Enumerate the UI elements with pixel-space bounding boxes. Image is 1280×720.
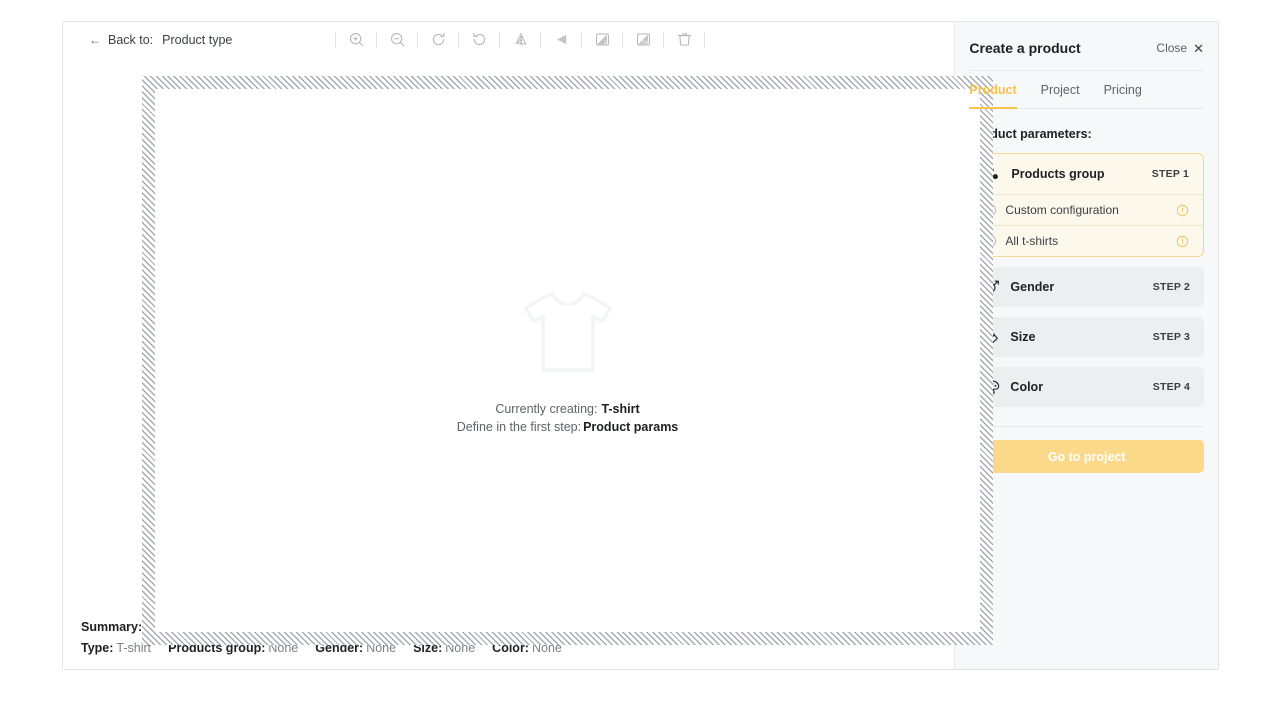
flip-horizontal-icon[interactable] (505, 27, 535, 53)
svg-text:S: S (604, 39, 607, 45)
toolbar-separator (581, 31, 583, 48)
tab-project[interactable]: Project (1041, 83, 1080, 108)
zoom-in-icon[interactable] (341, 27, 371, 53)
tab-product[interactable]: Product (969, 83, 1017, 109)
close-label: Close (1156, 41, 1188, 55)
currently-creating-value: T-shirt (601, 401, 640, 416)
currently-creating-line: Currently creating: T-shirt (495, 402, 639, 416)
option-label-custom-configuration: Custom configuration (1005, 203, 1119, 217)
canvas-wrapper: Currently creating: T-shirt Define in the… (81, 76, 993, 645)
close-button[interactable]: Close ✕ (1156, 41, 1204, 55)
svg-text:SW: SW (642, 39, 649, 44)
step-label-gender: Gender (1010, 280, 1055, 294)
shadow-sw-icon[interactable]: SW (628, 27, 658, 53)
option-label-all-tshirts: All t-shirts (1005, 234, 1059, 248)
back-label: Back to: (108, 32, 154, 47)
design-canvas[interactable]: Currently creating: T-shirt Define in the… (155, 89, 980, 632)
delete-icon[interactable] (669, 27, 699, 53)
rotate-clockwise-icon[interactable] (423, 27, 453, 53)
panel-divider (969, 426, 1204, 427)
product-creator-app: ← Back to: Product type S SW Currently c… (62, 21, 1219, 670)
canvas-hatched-border: Currently creating: T-shirt Define in the… (142, 76, 993, 645)
flip-vertical-icon[interactable] (546, 27, 576, 53)
back-target-label: Product type (162, 32, 233, 47)
currently-creating-label: Currently creating: (495, 401, 598, 416)
toolbar-separator (704, 31, 706, 48)
step-label-products-group: Products group (1011, 167, 1105, 181)
back-link[interactable]: ← Back to: Product type (89, 33, 232, 47)
step-card-gender[interactable]: Gender STEP 2 (969, 267, 1204, 307)
step-card-size[interactable]: Size STEP 3 (969, 317, 1204, 357)
first-step-hint-label: Define in the first step: (456, 419, 582, 434)
create-product-panel: Create a product Close ✕ Product Project… (954, 22, 1218, 669)
toolbar-separator (417, 31, 419, 48)
tab-pricing[interactable]: Pricing (1104, 83, 1142, 108)
close-icon: ✕ (1193, 40, 1204, 56)
editor-toolbar: ← Back to: Product type S SW (63, 22, 954, 57)
toolbar-separator (622, 31, 624, 48)
editor-area: ← Back to: Product type S SW Currently c… (63, 22, 993, 669)
panel-title: Create a product (969, 40, 1081, 56)
toolbar-separator (540, 31, 542, 48)
step-badge-4: STEP 4 (1152, 381, 1190, 393)
zoom-out-icon[interactable] (382, 27, 412, 53)
toolbar-separator (458, 31, 460, 48)
tshirt-outline-icon (520, 288, 616, 376)
panel-header: Create a product Close ✕ (969, 22, 1204, 71)
step-label-color: Color (1010, 380, 1044, 394)
summary-key: Type: (81, 641, 114, 655)
step-card-color[interactable]: Color STEP 4 (969, 367, 1204, 407)
step-header-size[interactable]: Size STEP 3 (969, 317, 1204, 357)
step-card-products-group[interactable]: Products group STEP 1 Custom configurati… (969, 153, 1204, 257)
step-header-products-group[interactable]: Products group STEP 1 (970, 154, 1203, 194)
step-header-gender[interactable]: Gender STEP 2 (969, 267, 1204, 307)
first-step-hint-line: Define in the first step: Product params (457, 420, 679, 434)
panel-tabs: Product Project Pricing (969, 71, 1204, 109)
back-arrow-icon: ← (89, 32, 101, 47)
product-parameters-label: Product parameters: (969, 127, 1092, 141)
summary-item-type: Type: T-shirt (81, 641, 151, 655)
info-icon[interactable] (1176, 204, 1189, 217)
step-header-color[interactable]: Color STEP 4 (969, 367, 1204, 407)
step-badge-2: STEP 2 (1152, 281, 1190, 293)
step-badge-1: STEP 1 (1151, 168, 1189, 180)
toolbar-separator (335, 31, 337, 48)
step-label-size: Size (1010, 330, 1036, 344)
toolbar-separator (663, 31, 665, 48)
first-step-hint-value: Product params (583, 419, 679, 434)
toolbar-separator (376, 31, 378, 48)
rotate-counterclockwise-icon[interactable] (464, 27, 494, 53)
option-custom-configuration[interactable]: Custom configuration (970, 194, 1203, 225)
toolbar-separator (499, 31, 501, 48)
toolbar-tools: S SW (330, 27, 710, 53)
go-to-project-button[interactable]: Go to project (969, 440, 1204, 473)
info-icon[interactable] (1176, 235, 1189, 248)
step-badge-3: STEP 3 (1152, 331, 1190, 343)
shadow-s-icon[interactable]: S (587, 27, 617, 53)
option-all-tshirts[interactable]: All t-shirts (970, 225, 1203, 256)
